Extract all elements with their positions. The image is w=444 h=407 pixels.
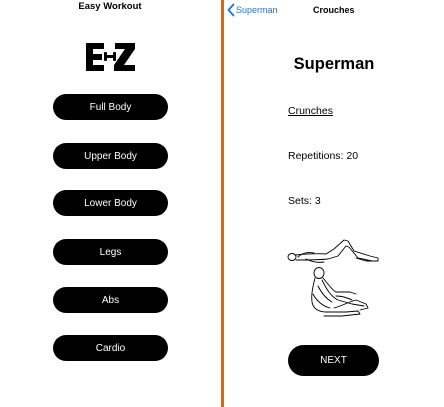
menu-button-full-body[interactable]: Full Body (53, 94, 168, 120)
menu-button-label: Full Body (89, 101, 132, 113)
workout-title: Superman (293, 55, 375, 73)
home-screen: Easy Workout Full Body Upper Body Lower … (0, 0, 220, 407)
menu-button-legs[interactable]: Legs (53, 239, 168, 265)
menu-button-abs[interactable]: Abs (53, 287, 168, 313)
chevron-left-icon (227, 3, 235, 17)
next-button-label: NEXT (320, 355, 347, 366)
menu-button-upper-body[interactable]: Upper Body (53, 143, 168, 169)
menu-button-lower-body[interactable]: Lower Body (53, 190, 168, 216)
menu-button-label: Upper Body (84, 150, 137, 162)
back-label: Superman (236, 5, 278, 15)
menu-button-cardio[interactable]: Cardio (53, 335, 168, 361)
menu-button-label: Abs (101, 294, 120, 306)
sets-text: Sets: 3 (288, 195, 321, 207)
menu-button-label: Lower Body (84, 197, 137, 209)
exercise-detail-screen: Superman Crouches Superman Crunches Repe… (224, 0, 444, 407)
ez-logo (86, 43, 135, 71)
repetitions-text: Repetitions: 20 (288, 150, 359, 162)
next-button[interactable]: NEXT (288, 345, 379, 376)
nav-title: Crouches (313, 5, 355, 15)
crunches-illustration (287, 239, 379, 317)
menu-button-label: Legs (99, 246, 122, 258)
app-title: Easy Workout (78, 1, 142, 12)
exercise-name: Crunches (288, 105, 333, 117)
menu-button-label: Cardio (95, 342, 126, 354)
